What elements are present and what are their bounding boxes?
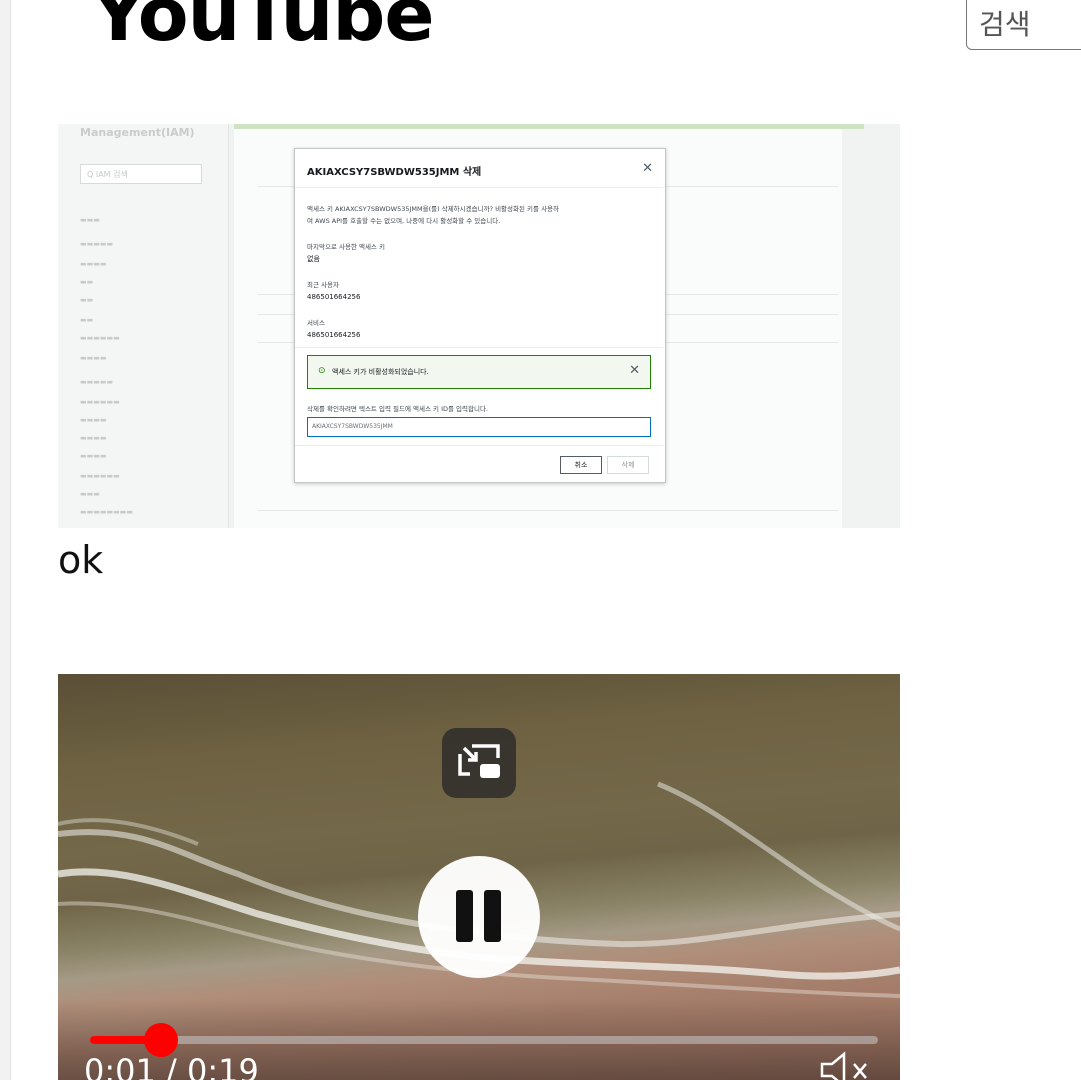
screenshot-sidebar-line: ▬▬ xyxy=(80,296,94,304)
confirm-input: AKIAXCSY7SBWDW535JMM xyxy=(307,417,651,437)
last-used-label: 마지막으로 사용한 액세스 키 xyxy=(307,243,385,251)
search-input[interactable] xyxy=(967,0,1081,49)
screenshot-sidebar-line: ▬▬▬▬▬ xyxy=(80,378,114,386)
embedded-screenshot: Management(IAM) Q IAM 검색 ▬▬▬ ▬▬▬▬▬ ▬▬▬▬ … xyxy=(58,124,900,528)
region-value: 486501664256 xyxy=(307,293,361,301)
video-player[interactable]: 0:01 / 0:19 xyxy=(58,674,900,1080)
left-gutter xyxy=(0,0,11,1080)
screenshot-sidebar: Management(IAM) Q IAM 검색 ▬▬▬ ▬▬▬▬▬ ▬▬▬▬ … xyxy=(58,124,229,528)
screenshot-sidebar-line: ▬▬▬▬▬▬ xyxy=(80,472,120,480)
screenshot-sidebar-line: ▬▬▬ xyxy=(80,216,100,224)
modal-body-line: 여 AWS API를 호출할 수는 없으며, 나중에 다시 활성화할 수 있습니… xyxy=(307,217,501,225)
success-alert: ⊙ 액세스 키가 비활성화되었습니다. ✕ xyxy=(307,355,651,389)
close-icon: ✕ xyxy=(642,161,653,176)
service-label: 서비스 xyxy=(307,319,325,327)
delete-button: 삭제 xyxy=(607,456,649,474)
site-title[interactable]: YouTube xyxy=(92,0,435,52)
post-caption: ok xyxy=(58,538,104,582)
pip-button[interactable] xyxy=(442,728,516,798)
search-box[interactable] xyxy=(966,0,1081,50)
screenshot-sidebar-line: ▬▬▬▬ xyxy=(80,260,107,268)
screenshot-sidebar-line: ▬▬▬▬ xyxy=(80,354,107,362)
modal-title: AKIAXCSY7SBWDW535JMM 삭제 xyxy=(307,167,482,178)
picture-in-picture-icon xyxy=(458,744,500,778)
screenshot-divider xyxy=(258,510,838,511)
progress-bar[interactable] xyxy=(90,1023,878,1057)
screenshot-sidebar-line: ▬▬ xyxy=(80,278,94,286)
modal-divider xyxy=(295,445,663,446)
screenshot-top-bar xyxy=(234,124,864,129)
cancel-button: 취소 xyxy=(560,456,602,474)
modal-divider xyxy=(295,347,663,348)
pause-icon xyxy=(456,890,501,942)
time-display: 0:01 / 0:19 xyxy=(84,1052,259,1080)
screenshot-sidebar-line: ▬▬▬▬ xyxy=(80,452,107,460)
screenshot-sidebar-line: ▬▬▬▬ xyxy=(80,434,107,442)
screenshot-sidebar-search: Q IAM 검색 xyxy=(80,164,202,184)
delete-key-modal: AKIAXCSY7SBWDW535JMM 삭제 ✕ 액세스 키 AKIAXCSY… xyxy=(294,148,666,483)
volume-muted-icon xyxy=(820,1051,867,1080)
screenshot-sidebar-line: ▬▬▬ xyxy=(80,490,100,498)
pause-button[interactable] xyxy=(418,856,540,978)
alert-text: 액세스 키가 비활성화되었습니다. xyxy=(332,368,429,376)
screenshot-sidebar-line: ▬▬▬▬▬ xyxy=(80,240,114,248)
modal-body-line: 액세스 키 AKIAXCSY7SBWDW535JMM을(를) 삭제하시겠습니까?… xyxy=(307,205,560,213)
screenshot-sidebar-line: ▬▬▬▬ xyxy=(80,416,107,424)
confirm-label: 삭제를 확인하려면 텍스트 입력 필드에 액세스 키 ID를 입력합니다. xyxy=(307,405,488,413)
close-icon: ✕ xyxy=(629,363,640,378)
last-used-value: 없음 xyxy=(307,255,320,263)
mute-button[interactable] xyxy=(818,1050,878,1080)
screenshot-sidebar-line: ▬▬▬▬▬▬ xyxy=(80,334,120,342)
region-label: 최근 사용자 xyxy=(307,281,339,289)
screenshot-sidebar-line: ▬▬▬▬▬▬ xyxy=(80,398,120,406)
modal-divider xyxy=(295,187,663,188)
screenshot-sidebar-line: ▬▬ xyxy=(80,316,94,324)
check-circle-icon: ⊙ xyxy=(318,366,326,376)
service-value: 486501664256 xyxy=(307,331,361,339)
screenshot-sidebar-title: Management(IAM) xyxy=(80,126,195,139)
screenshot-sidebar-line: ▬▬▬▬▬▬▬▬ xyxy=(80,508,133,516)
